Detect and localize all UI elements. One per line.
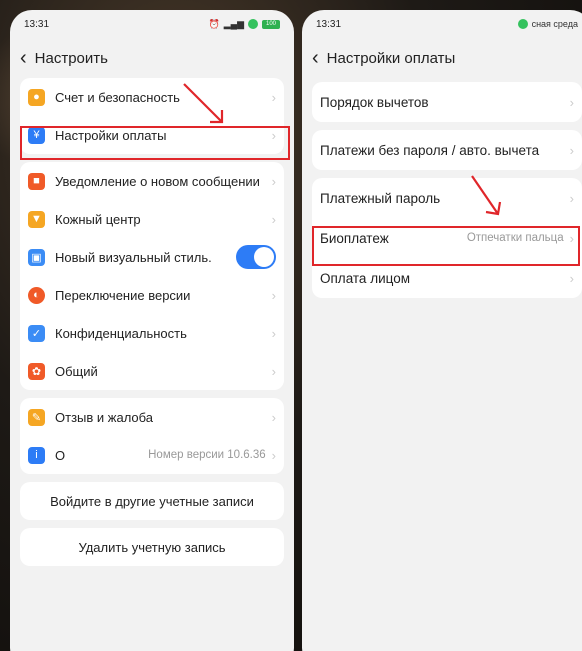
feedback-icon: ✎ — [28, 408, 45, 426]
row-passwordless-payments[interactable]: Платежи без пароля / авто. вычета › — [312, 130, 582, 170]
visual-style-toggle[interactable] — [236, 245, 276, 269]
row-account-security[interactable]: ● Счет и безопасность › — [20, 78, 284, 116]
row-label: Переключение версии — [55, 287, 191, 303]
chevron-right-icon: › — [569, 270, 574, 286]
phone-payment-settings: 13:31 сная среда ‹ Настройки оплаты Поря… — [302, 10, 582, 651]
row-version-switch[interactable]: ◐ Переключение версии › — [20, 276, 284, 314]
status-bar: 13:31 сная среда — [302, 10, 582, 38]
phone-settings: 13:31 ⏰ ▂▄▆ 100 ‹ Настроить ● Счет и без… — [10, 10, 294, 651]
chevron-right-icon: › — [271, 409, 276, 425]
row-label: Общий — [55, 363, 98, 379]
chevron-right-icon: › — [271, 363, 276, 379]
secure-env-text: сная среда — [531, 19, 578, 29]
page-title: Настроить — [34, 49, 108, 67]
status-time: 13:31 — [24, 18, 50, 30]
chevron-right-icon: › — [271, 211, 276, 227]
row-about[interactable]: i О Номер версии 10.6.36 › — [20, 436, 284, 474]
signal-icon: ▂▄▆ — [223, 18, 244, 29]
login-other-accounts-button[interactable]: Войдите в другие учетные записи — [20, 482, 284, 520]
row-label: Платежный пароль — [320, 190, 441, 206]
chevron-right-icon: › — [569, 142, 574, 158]
page-title: Настройки оплаты — [326, 49, 456, 67]
header: ‹ Настройки оплаты — [302, 38, 582, 78]
status-icons: ⏰ ▂▄▆ 100 — [209, 19, 280, 30]
shield-icon — [248, 19, 258, 29]
payment-group-order: Порядок вычетов › — [312, 82, 582, 122]
arrow-to-biopayment — [471, 175, 502, 216]
row-payment-password[interactable]: Платежный пароль › — [312, 178, 582, 218]
row-label: Отзыв и жалоба — [55, 409, 154, 425]
highlight-biopayment — [312, 226, 580, 266]
status-bar: 13:31 ⏰ ▂▄▆ 100 — [10, 10, 294, 38]
payment-group-passwordless: Платежи без пароля / авто. вычета › — [312, 130, 582, 170]
back-icon[interactable]: ‹ — [312, 48, 319, 68]
version-switch-icon: ◐ — [28, 286, 45, 304]
row-label: Порядок вычетов — [320, 94, 429, 110]
row-skin-center[interactable]: ▼ Кожный центр › — [20, 200, 284, 238]
row-label: Уведомление о новом сообщении — [55, 173, 260, 189]
chevron-right-icon: › — [271, 447, 276, 463]
row-deduction-order[interactable]: Порядок вычетов › — [312, 82, 582, 122]
back-icon[interactable]: ‹ — [20, 48, 27, 68]
chevron-right-icon: › — [569, 94, 574, 110]
delete-account-button[interactable]: Удалить учетную запись — [20, 528, 284, 566]
chevron-right-icon: › — [271, 89, 276, 105]
info-icon: i — [28, 446, 45, 464]
battery-icon: 100 — [262, 19, 280, 29]
row-label: Платежи без пароля / авто. вычета — [320, 142, 540, 158]
account-icon: ● — [28, 88, 45, 106]
general-icon: ✿ — [28, 362, 45, 380]
row-visual-style[interactable]: ▣ Новый визуальный стиль. — [20, 238, 284, 276]
row-label: Конфиденциальность — [55, 325, 187, 341]
row-privacy[interactable]: ✓ Конфиденциальность › — [20, 314, 284, 352]
settings-group-about: ✎ Отзыв и жалоба › i О Номер версии 10.6… — [20, 398, 284, 474]
skin-icon: ▼ — [28, 210, 45, 228]
privacy-icon: ✓ — [28, 324, 45, 342]
row-label: Оплата лицом — [320, 270, 410, 286]
settings-group-main: ■ Уведомление о новом сообщении › ▼ Кожн… — [20, 162, 284, 390]
chevron-right-icon: › — [271, 287, 276, 303]
status-time: 13:31 — [316, 18, 342, 30]
version-number: Номер версии 10.6.36 — [148, 449, 266, 461]
row-label: Новый визуальный стиль. — [55, 249, 212, 265]
header: ‹ Настроить — [10, 38, 294, 78]
row-new-message-notice[interactable]: ■ Уведомление о новом сообщении › — [20, 162, 284, 200]
chevron-right-icon: › — [569, 190, 574, 206]
toggle-knob — [254, 247, 274, 267]
visual-style-icon: ▣ — [28, 248, 45, 266]
chevron-right-icon: › — [271, 325, 276, 341]
row-label: Кожный центр — [55, 211, 141, 227]
row-feedback[interactable]: ✎ Отзыв и жалоба › — [20, 398, 284, 436]
row-general[interactable]: ✿ Общий › — [20, 352, 284, 390]
highlight-payment-settings — [20, 126, 290, 160]
message-icon: ■ — [28, 172, 45, 190]
chevron-right-icon: › — [271, 173, 276, 189]
alarm-icon: ⏰ — [208, 18, 220, 29]
row-label: О — [55, 447, 66, 463]
status-icons: сная среда — [517, 19, 578, 29]
arrow-to-payment-settings — [183, 83, 224, 124]
shield-icon — [517, 19, 528, 29]
